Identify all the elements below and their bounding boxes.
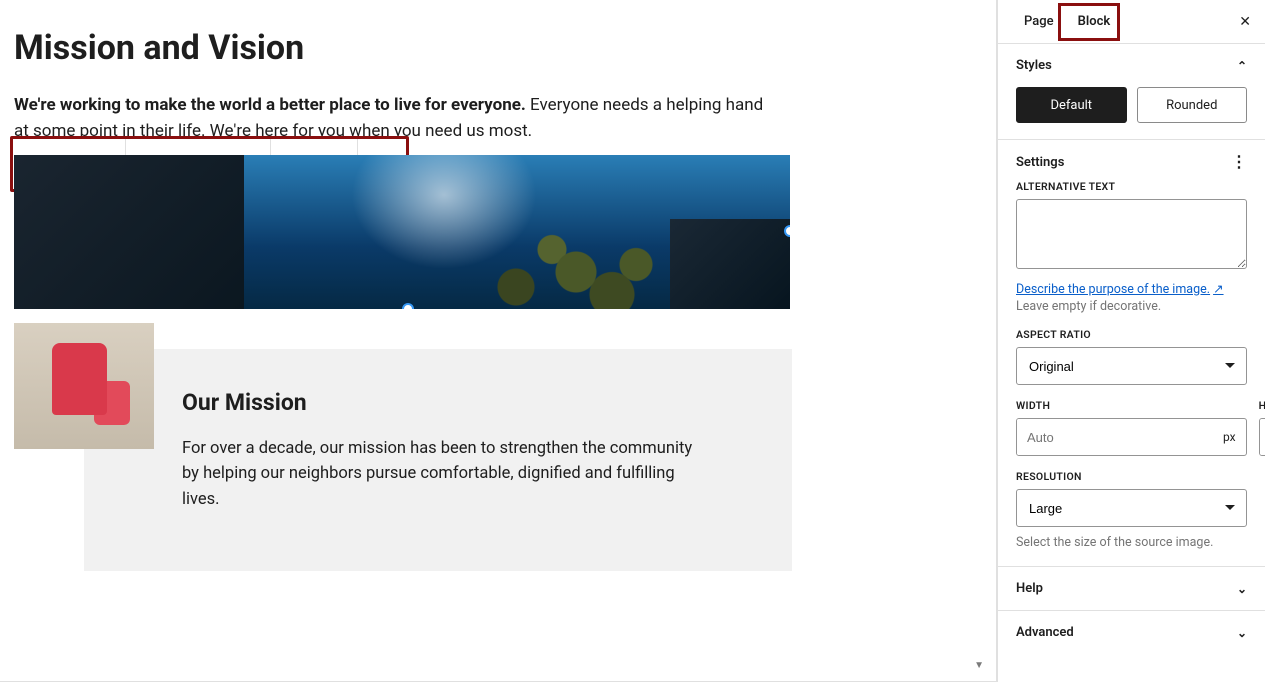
mission-thumbnail[interactable]: [14, 323, 154, 449]
close-icon[interactable]: ✕: [1239, 14, 1251, 30]
width-unit[interactable]: px: [1213, 419, 1246, 455]
styles-panel-toggle[interactable]: Styles ⌃: [998, 44, 1265, 87]
width-input[interactable]: [1017, 419, 1213, 455]
canvas-dropdown-caret[interactable]: ▼: [974, 660, 984, 671]
aspect-ratio-label: ASPECT RATIO: [1016, 328, 1247, 341]
height-input[interactable]: [1260, 419, 1265, 455]
resolution-hint: Select the size of the source image.: [1016, 535, 1247, 550]
resize-handle-right[interactable]: [784, 225, 790, 237]
resolution-select[interactable]: Large: [1016, 489, 1247, 527]
feature-image-block[interactable]: [14, 155, 790, 309]
style-rounded-button[interactable]: Rounded: [1137, 87, 1248, 123]
settings-sidebar: Page Block ✕ Styles ⌃ Default Rounded Se…: [997, 0, 1265, 682]
advanced-panel-toggle[interactable]: Advanced ⌄: [998, 611, 1265, 654]
page-title[interactable]: Mission and Vision: [14, 28, 982, 68]
alt-text-label: ALTERNATIVE TEXT: [1016, 180, 1247, 193]
width-label: WIDTH: [1016, 399, 1247, 412]
styles-title: Styles: [1016, 58, 1052, 73]
chevron-down-icon: ⌄: [1237, 626, 1247, 640]
mission-heading[interactable]: Our Mission: [182, 389, 748, 416]
settings-more-icon[interactable]: ⋮: [1231, 154, 1247, 170]
mission-card[interactable]: Our Mission For over a decade, our missi…: [84, 349, 792, 571]
resize-handle-bottom[interactable]: [402, 303, 414, 309]
describe-image-link[interactable]: Describe the purpose of the image. ↗: [1016, 281, 1224, 297]
style-default-button[interactable]: Default: [1016, 87, 1127, 123]
help-panel-toggle[interactable]: Help ⌄: [998, 567, 1265, 610]
highlight-box: [1058, 3, 1120, 41]
alt-text-input[interactable]: [1016, 199, 1247, 269]
alt-text-hint: Leave empty if decorative.: [1016, 299, 1247, 314]
aspect-ratio-select[interactable]: Original: [1016, 347, 1247, 385]
height-label: HEIGHT: [1259, 399, 1265, 412]
external-icon: ↗: [1213, 281, 1223, 297]
settings-title: Settings: [1016, 155, 1064, 170]
chevron-up-icon: ⌃: [1237, 59, 1247, 73]
sidebar-tabs: Page Block ✕: [998, 0, 1265, 44]
resolution-label: RESOLUTION: [1016, 470, 1247, 483]
intro-bold: We're working to make the world a better…: [14, 95, 526, 115]
advanced-title: Advanced: [1016, 625, 1074, 640]
help-title: Help: [1016, 581, 1043, 596]
mission-body[interactable]: For over a decade, our mission has been …: [182, 436, 702, 513]
editor-canvas[interactable]: Mission and Vision We're working to make…: [0, 0, 997, 682]
chevron-down-icon: ⌄: [1237, 582, 1247, 596]
